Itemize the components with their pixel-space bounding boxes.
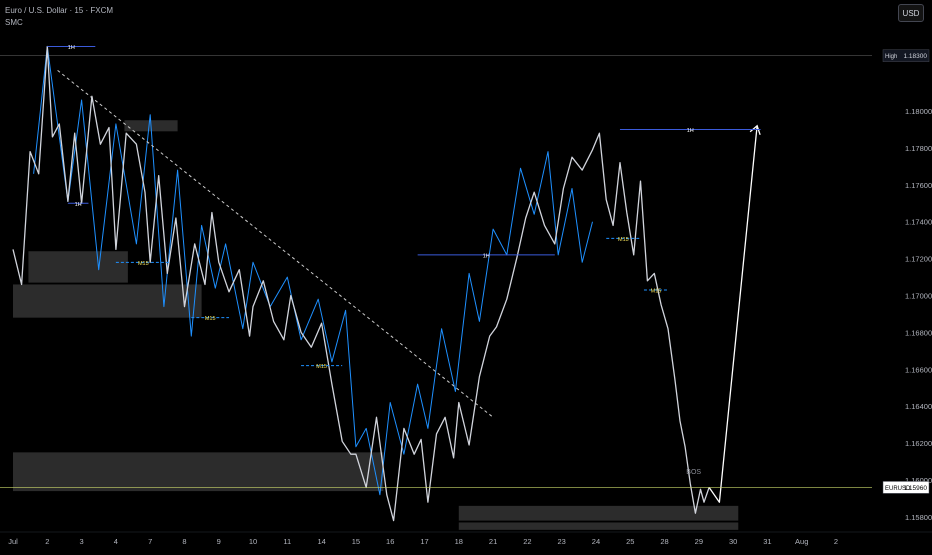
x-tick-label: 28 [660,537,668,546]
m15-level-label: M15 [651,288,662,294]
x-tick-label: 17 [420,537,428,546]
bos-label: BOS [686,469,701,476]
x-tick-label: 30 [729,537,737,546]
price-label-name: High [885,54,897,60]
y-tick-label: 1.17000 [905,292,932,301]
indicator-name: SMC [5,18,23,27]
x-tick-label: 9 [217,537,221,546]
y-tick-label: 1.16400 [905,402,932,411]
x-tick-label: Aug [795,537,808,546]
x-tick-label: 23 [557,537,565,546]
order-block-zone [28,251,128,283]
h1-level-label: 1H [68,45,75,51]
y-tick-label: 1.17800 [905,144,932,153]
order-block-zone [13,452,384,492]
y-tick-label: 1.16800 [905,328,932,337]
h1-level-label: 1H [687,128,694,134]
order-block-zone [13,284,202,318]
chart-canvas[interactable]: 1H 1H 1H 1H M15 M15 M15 M15 M15 BOS 1.18000 1.17800… [0,0,932,550]
x-tick-label: 8 [182,537,186,546]
x-tick-label: 15 [352,537,360,546]
x-tick-label: 11 [283,537,291,546]
h1-level-label: 1H [483,253,490,259]
x-tick-label: 2 [834,537,838,546]
price-axis-background [872,0,932,550]
m15-level-label: M15 [618,237,629,243]
chart[interactable]: 1H 1H 1H 1H M15 M15 M15 M15 M15 BOS 1.18000 1.17800… [0,0,932,550]
x-tick-label: 16 [386,537,394,546]
price-label-value: 1.18300 [904,53,928,60]
order-block-zone [458,522,739,530]
currency-button[interactable]: USD [898,4,924,22]
x-tick-label: 21 [489,537,497,546]
price-label-value: 1.15960 [904,485,928,492]
x-tick-label: 4 [114,537,118,546]
x-tick-label: 24 [592,537,600,546]
y-tick-label: 1.16600 [905,365,932,374]
h1-level-label: 1H [75,202,82,208]
x-tick-label: 31 [763,537,771,546]
m15-level-label: M15 [316,364,327,370]
x-tick-label: 25 [626,537,634,546]
y-tick-label: 1.17600 [905,181,932,190]
y-tick-label: 1.16200 [905,439,932,448]
x-tick-label: 7 [148,537,152,546]
x-tick-label: Jul [8,537,18,546]
x-tick-label: 10 [249,537,257,546]
x-tick-label: 18 [455,537,463,546]
x-tick-label: 22 [523,537,531,546]
x-tick-label: 29 [695,537,703,546]
y-tick-label: 1.17200 [905,255,932,264]
m15-level-label: M15 [205,316,216,322]
x-tick-label: 3 [79,537,83,546]
y-tick-label: 1.18000 [905,107,932,116]
m15-level-label: M15 [138,261,149,267]
x-tick-label: 2 [45,537,49,546]
symbol-title: Euro / U.S. Dollar · 15 · FXCM [5,6,114,15]
y-tick-label: 1.17400 [905,218,932,227]
y-tick-label: 1.15800 [905,513,932,522]
x-tick-label: 14 [317,537,325,546]
